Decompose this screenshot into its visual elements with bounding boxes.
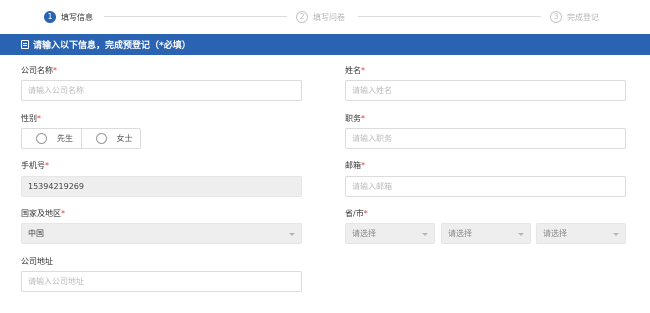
company-name-label: 公司名称* (21, 66, 57, 75)
radio-circle-icon[interactable] (95, 133, 107, 144)
step-connector-2 (358, 16, 541, 17)
district-select-value: 请选择 (543, 229, 567, 238)
step-2-label: 填写问卷 (313, 12, 345, 22)
clipboard-icon (21, 40, 29, 49)
province-select[interactable]: 请选择 (345, 223, 435, 244)
chevron-down-icon (289, 233, 295, 236)
email-label: 邮箱* (345, 161, 365, 170)
phone-input[interactable]: 15394219269 (21, 176, 302, 197)
city-select-value: 请选择 (448, 229, 472, 238)
step-1-number: 1 (44, 11, 56, 23)
step-2: 2 填写问卷 (296, 9, 345, 25)
city-select[interactable]: 请选择 (441, 223, 531, 244)
address-label: 公司地址 (21, 257, 53, 266)
province-select-value: 请选择 (352, 229, 376, 238)
country-label: 国家及地区* (21, 209, 65, 218)
name-label: 姓名* (345, 66, 365, 75)
step-2-number: 2 (296, 11, 308, 23)
gender-option-female[interactable]: 女士 (80, 129, 141, 148)
form-header-bar: 请输入以下信息，完成预登记（*必填） (0, 34, 650, 55)
name-input[interactable]: 请输入姓名 (345, 80, 626, 101)
step-1: 1 填写信息 (44, 9, 93, 25)
step-connector-1 (104, 16, 287, 17)
form-header-title: 请输入以下信息，完成预登记（*必填） (33, 41, 191, 51)
gender-label: 性别* (21, 114, 41, 123)
address-input[interactable]: 请输入公司地址 (21, 271, 302, 292)
position-label: 职务* (345, 114, 365, 123)
radio-circle-icon[interactable] (36, 133, 47, 144)
chevron-down-icon (422, 233, 428, 236)
company-name-input[interactable]: 请输入公司名称 (21, 80, 302, 101)
country-select-value: 中国 (28, 229, 44, 238)
phone-label: 手机号* (21, 161, 49, 170)
gender-option-male[interactable]: 先生 (22, 129, 81, 148)
step-3: 3 完成登记 (550, 9, 599, 25)
chevron-down-icon (518, 233, 524, 236)
gender-option-male-label: 先生 (57, 134, 73, 143)
gender-radio-group: 先生 女士 (21, 128, 141, 149)
district-select[interactable]: 请选择 (536, 223, 626, 244)
progress-stepper: 1 填写信息 2 填写问卷 3 完成登记 (0, 0, 650, 34)
step-1-label: 填写信息 (61, 12, 93, 22)
email-input[interactable]: 请输入邮箱 (345, 176, 626, 197)
chevron-down-icon (613, 233, 619, 236)
position-input[interactable]: 请输入职务 (345, 128, 626, 149)
gender-option-female-label: 女士 (116, 134, 133, 143)
country-select[interactable]: 中国 (21, 223, 302, 244)
step-3-label: 完成登记 (567, 12, 599, 22)
step-3-number: 3 (550, 11, 562, 23)
province-city-label: 省/市* (345, 209, 368, 218)
